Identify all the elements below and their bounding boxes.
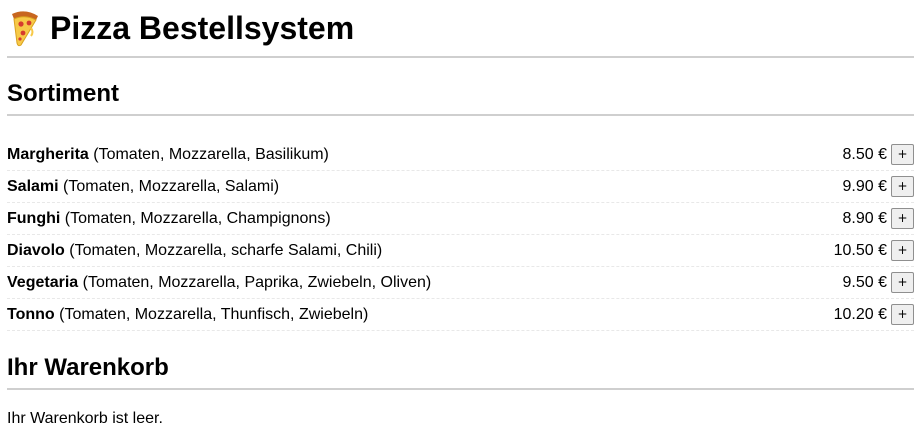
cart-empty-message: Ihr Warenkorb ist leer. <box>7 410 163 427</box>
add-to-cart-button[interactable]: + <box>891 208 914 229</box>
cart-heading: Ihr Warenkorb <box>7 353 914 390</box>
product-price: 9.50 € <box>842 273 887 291</box>
product-ingredients: (Tomaten, Mozzarella, scharfe Salami, Ch… <box>69 241 383 259</box>
product-description: Funghi (Tomaten, Mozzarella, Champignons… <box>7 210 331 228</box>
cart-section: Ihr Warenkorb Ihr Warenkorb ist leer. <box>7 331 914 428</box>
page: Pizza Bestellsystem Sortiment Margherita… <box>0 0 921 431</box>
pizza-icon <box>9 8 41 48</box>
product-name: Tonno <box>7 305 55 323</box>
product-list: Margherita (Tomaten, Mozzarella, Basilik… <box>7 139 914 331</box>
product-ingredients: (Tomaten, Mozzarella, Salami) <box>63 177 280 195</box>
add-to-cart-button[interactable]: + <box>891 272 914 293</box>
product-name: Margherita <box>7 145 89 163</box>
product-description: Margherita (Tomaten, Mozzarella, Basilik… <box>7 146 329 164</box>
product-ingredients: (Tomaten, Mozzarella, Basilikum) <box>93 145 329 163</box>
sortiment-section: Sortiment Margherita (Tomaten, Mozzarell… <box>7 58 914 331</box>
product-row-salami: Salami (Tomaten, Mozzarella, Salami) 9.9… <box>7 171 914 203</box>
product-name: Vegetaria <box>7 273 79 291</box>
product-description: Tonno (Tomaten, Mozzarella, Thunfisch, Z… <box>7 306 368 324</box>
product-price: 8.90 € <box>842 209 887 227</box>
product-ingredients: (Tomaten, Mozzarella, Thunfisch, Zwiebel… <box>59 305 369 323</box>
product-row-vegetaria: Vegetaria (Tomaten, Mozzarella, Paprika,… <box>7 267 914 299</box>
add-to-cart-button[interactable]: + <box>891 176 914 197</box>
product-price: 9.90 € <box>842 177 887 195</box>
sortiment-heading: Sortiment <box>7 79 914 116</box>
add-to-cart-button[interactable]: + <box>891 144 914 165</box>
product-description: Diavolo (Tomaten, Mozzarella, scharfe Sa… <box>7 242 382 260</box>
product-name: Salami <box>7 177 59 195</box>
product-price: 8.50 € <box>842 145 887 163</box>
product-row-funghi: Funghi (Tomaten, Mozzarella, Champignons… <box>7 203 914 235</box>
product-row-tonno: Tonno (Tomaten, Mozzarella, Thunfisch, Z… <box>7 299 914 331</box>
add-to-cart-button[interactable]: + <box>891 304 914 325</box>
product-name: Funghi <box>7 209 61 227</box>
product-price: 10.50 € <box>833 241 887 259</box>
product-price: 10.20 € <box>833 305 887 323</box>
page-header: Pizza Bestellsystem <box>7 0 914 58</box>
product-name: Diavolo <box>7 241 65 259</box>
product-ingredients: (Tomaten, Mozzarella, Champignons) <box>64 209 331 227</box>
product-description: Salami (Tomaten, Mozzarella, Salami) <box>7 178 279 196</box>
product-description: Vegetaria (Tomaten, Mozzarella, Paprika,… <box>7 274 431 292</box>
add-to-cart-button[interactable]: + <box>891 240 914 261</box>
product-row-diavolo: Diavolo (Tomaten, Mozzarella, scharfe Sa… <box>7 235 914 267</box>
app-title: Pizza Bestellsystem <box>50 10 355 46</box>
product-ingredients: (Tomaten, Mozzarella, Paprika, Zwiebeln,… <box>82 273 432 291</box>
product-row-margherita: Margherita (Tomaten, Mozzarella, Basilik… <box>7 139 914 171</box>
